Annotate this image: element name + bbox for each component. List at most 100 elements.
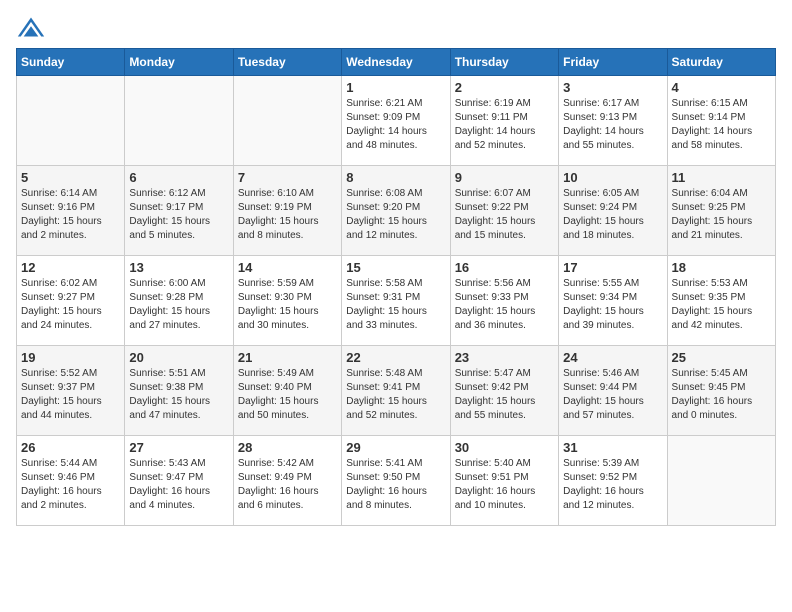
day-number: 6 (129, 170, 228, 185)
cell-info: Sunrise: 6:00 AM Sunset: 9:28 PM Dayligh… (129, 277, 228, 333)
day-number: 5 (21, 170, 120, 185)
calendar-cell: 26 Sunrise: 5:44 AM Sunset: 9:46 PM Dayli… (17, 436, 125, 526)
calendar-cell: 27 Sunrise: 5:43 AM Sunset: 9:47 PM Dayli… (125, 436, 233, 526)
day-number: 31 (563, 440, 662, 455)
cell-info: Sunrise: 5:53 AM Sunset: 9:35 PM Dayligh… (672, 277, 771, 333)
column-header-sunday: Sunday (17, 49, 125, 76)
day-number: 19 (21, 350, 120, 365)
calendar-cell: 14 Sunrise: 5:59 AM Sunset: 9:30 PM Dayli… (233, 256, 341, 346)
page-header (16, 16, 776, 38)
day-number: 27 (129, 440, 228, 455)
calendar-cell: 9 Sunrise: 6:07 AM Sunset: 9:22 PM Daylig… (450, 166, 558, 256)
cell-info: Sunrise: 5:52 AM Sunset: 9:37 PM Dayligh… (21, 367, 120, 423)
cell-info: Sunrise: 5:43 AM Sunset: 9:47 PM Dayligh… (129, 457, 228, 513)
day-number: 16 (455, 260, 554, 275)
day-number: 25 (672, 350, 771, 365)
day-number: 8 (346, 170, 445, 185)
calendar-cell: 24Sunrise: 5:46 AM Sunset: 9:44 PM Dayli… (559, 346, 667, 436)
calendar-cell: 12 Sunrise: 6:02 AM Sunset: 9:27 PM Dayli… (17, 256, 125, 346)
logo (16, 16, 50, 38)
calendar-header: SundayMondayTuesdayWednesdayThursdayFrid… (17, 49, 776, 76)
day-number: 9 (455, 170, 554, 185)
day-number: 22 (346, 350, 445, 365)
cell-info: Sunrise: 5:51 AM Sunset: 9:38 PM Dayligh… (129, 367, 228, 423)
day-number: 10 (563, 170, 662, 185)
calendar-cell: 31Sunrise: 5:39 AM Sunset: 9:52 PM Dayli… (559, 436, 667, 526)
day-number: 17 (563, 260, 662, 275)
day-number: 20 (129, 350, 228, 365)
calendar-cell: 15 Sunrise: 5:58 AM Sunset: 9:31 PM Dayli… (342, 256, 450, 346)
column-header-saturday: Saturday (667, 49, 775, 76)
column-header-wednesday: Wednesday (342, 49, 450, 76)
calendar-week-row: 12 Sunrise: 6:02 AM Sunset: 9:27 PM Dayli… (17, 256, 776, 346)
cell-info: Sunrise: 5:55 AM Sunset: 9:34 PM Dayligh… (563, 277, 662, 333)
cell-info: Sunrise: 5:58 AM Sunset: 9:31 PM Dayligh… (346, 277, 445, 333)
day-number: 15 (346, 260, 445, 275)
day-number: 21 (238, 350, 337, 365)
calendar-cell: 16 Sunrise: 5:56 AM Sunset: 9:33 PM Dayli… (450, 256, 558, 346)
calendar-cell (667, 436, 775, 526)
calendar-cell: 25 Sunrise: 5:45 AM Sunset: 9:45 PM Dayli… (667, 346, 775, 436)
column-header-thursday: Thursday (450, 49, 558, 76)
calendar-cell: 17 Sunrise: 5:55 AM Sunset: 9:34 PM Dayli… (559, 256, 667, 346)
calendar-cell: 21 Sunrise: 5:49 AM Sunset: 9:40 PM Dayli… (233, 346, 341, 436)
day-number: 12 (21, 260, 120, 275)
calendar-cell: 13 Sunrise: 6:00 AM Sunset: 9:28 PM Dayli… (125, 256, 233, 346)
cell-info: Sunrise: 6:10 AM Sunset: 9:19 PM Dayligh… (238, 187, 337, 243)
calendar-cell: 5 Sunrise: 6:14 AM Sunset: 9:16 PM Daylig… (17, 166, 125, 256)
cell-info: Sunrise: 6:02 AM Sunset: 9:27 PM Dayligh… (21, 277, 120, 333)
day-number: 1 (346, 80, 445, 95)
cell-info: Sunrise: 6:08 AM Sunset: 9:20 PM Dayligh… (346, 187, 445, 243)
column-header-tuesday: Tuesday (233, 49, 341, 76)
calendar-cell: 22 Sunrise: 5:48 AM Sunset: 9:41 PM Dayli… (342, 346, 450, 436)
calendar-body: 1 Sunrise: 6:21 AM Sunset: 9:09 PM Daylig… (17, 76, 776, 526)
calendar-cell: 18Sunrise: 5:53 AM Sunset: 9:35 PM Dayli… (667, 256, 775, 346)
calendar-cell: 2 Sunrise: 6:19 AM Sunset: 9:11 PM Daylig… (450, 76, 558, 166)
calendar-cell: 28Sunrise: 5:42 AM Sunset: 9:49 PM Dayli… (233, 436, 341, 526)
day-number: 26 (21, 440, 120, 455)
day-number: 4 (672, 80, 771, 95)
day-number: 2 (455, 80, 554, 95)
calendar-cell: 30 Sunrise: 5:40 AM Sunset: 9:51 PM Dayli… (450, 436, 558, 526)
calendar-cell: 3Sunrise: 6:17 AM Sunset: 9:13 PM Daylig… (559, 76, 667, 166)
cell-info: Sunrise: 5:45 AM Sunset: 9:45 PM Dayligh… (672, 367, 771, 423)
calendar-table: SundayMondayTuesdayWednesdayThursdayFrid… (16, 48, 776, 526)
cell-info: Sunrise: 6:07 AM Sunset: 9:22 PM Dayligh… (455, 187, 554, 243)
calendar-week-row: 5 Sunrise: 6:14 AM Sunset: 9:16 PM Daylig… (17, 166, 776, 256)
calendar-cell: 19 Sunrise: 5:52 AM Sunset: 9:37 PM Dayli… (17, 346, 125, 436)
calendar-cell: 23 Sunrise: 5:47 AM Sunset: 9:42 PM Dayli… (450, 346, 558, 436)
cell-info: Sunrise: 5:49 AM Sunset: 9:40 PM Dayligh… (238, 367, 337, 423)
logo-icon (16, 16, 46, 38)
calendar-cell: 1 Sunrise: 6:21 AM Sunset: 9:09 PM Daylig… (342, 76, 450, 166)
calendar-cell (233, 76, 341, 166)
calendar-cell (17, 76, 125, 166)
cell-info: Sunrise: 5:44 AM Sunset: 9:46 PM Dayligh… (21, 457, 120, 513)
calendar-cell: 6Sunrise: 6:12 AM Sunset: 9:17 PM Daylig… (125, 166, 233, 256)
day-number: 14 (238, 260, 337, 275)
cell-info: Sunrise: 6:15 AM Sunset: 9:14 PM Dayligh… (672, 97, 771, 153)
calendar-cell: 4 Sunrise: 6:15 AM Sunset: 9:14 PM Daylig… (667, 76, 775, 166)
day-number: 13 (129, 260, 228, 275)
cell-info: Sunrise: 5:46 AM Sunset: 9:44 PM Dayligh… (563, 367, 662, 423)
calendar-cell: 29 Sunrise: 5:41 AM Sunset: 9:50 PM Dayli… (342, 436, 450, 526)
cell-info: Sunrise: 5:48 AM Sunset: 9:41 PM Dayligh… (346, 367, 445, 423)
header-row: SundayMondayTuesdayWednesdayThursdayFrid… (17, 49, 776, 76)
day-number: 23 (455, 350, 554, 365)
cell-info: Sunrise: 6:05 AM Sunset: 9:24 PM Dayligh… (563, 187, 662, 243)
calendar-week-row: 1 Sunrise: 6:21 AM Sunset: 9:09 PM Daylig… (17, 76, 776, 166)
cell-info: Sunrise: 5:41 AM Sunset: 9:50 PM Dayligh… (346, 457, 445, 513)
cell-info: Sunrise: 5:40 AM Sunset: 9:51 PM Dayligh… (455, 457, 554, 513)
day-number: 29 (346, 440, 445, 455)
cell-info: Sunrise: 6:21 AM Sunset: 9:09 PM Dayligh… (346, 97, 445, 153)
day-number: 30 (455, 440, 554, 455)
cell-info: Sunrise: 6:19 AM Sunset: 9:11 PM Dayligh… (455, 97, 554, 153)
column-header-monday: Monday (125, 49, 233, 76)
cell-info: Sunrise: 5:47 AM Sunset: 9:42 PM Dayligh… (455, 367, 554, 423)
cell-info: Sunrise: 5:59 AM Sunset: 9:30 PM Dayligh… (238, 277, 337, 333)
calendar-week-row: 19 Sunrise: 5:52 AM Sunset: 9:37 PM Dayli… (17, 346, 776, 436)
cell-info: Sunrise: 5:56 AM Sunset: 9:33 PM Dayligh… (455, 277, 554, 333)
calendar-cell: 10 Sunrise: 6:05 AM Sunset: 9:24 PM Dayli… (559, 166, 667, 256)
cell-info: Sunrise: 6:14 AM Sunset: 9:16 PM Dayligh… (21, 187, 120, 243)
cell-info: Sunrise: 6:04 AM Sunset: 9:25 PM Dayligh… (672, 187, 771, 243)
calendar-cell: 8 Sunrise: 6:08 AM Sunset: 9:20 PM Daylig… (342, 166, 450, 256)
